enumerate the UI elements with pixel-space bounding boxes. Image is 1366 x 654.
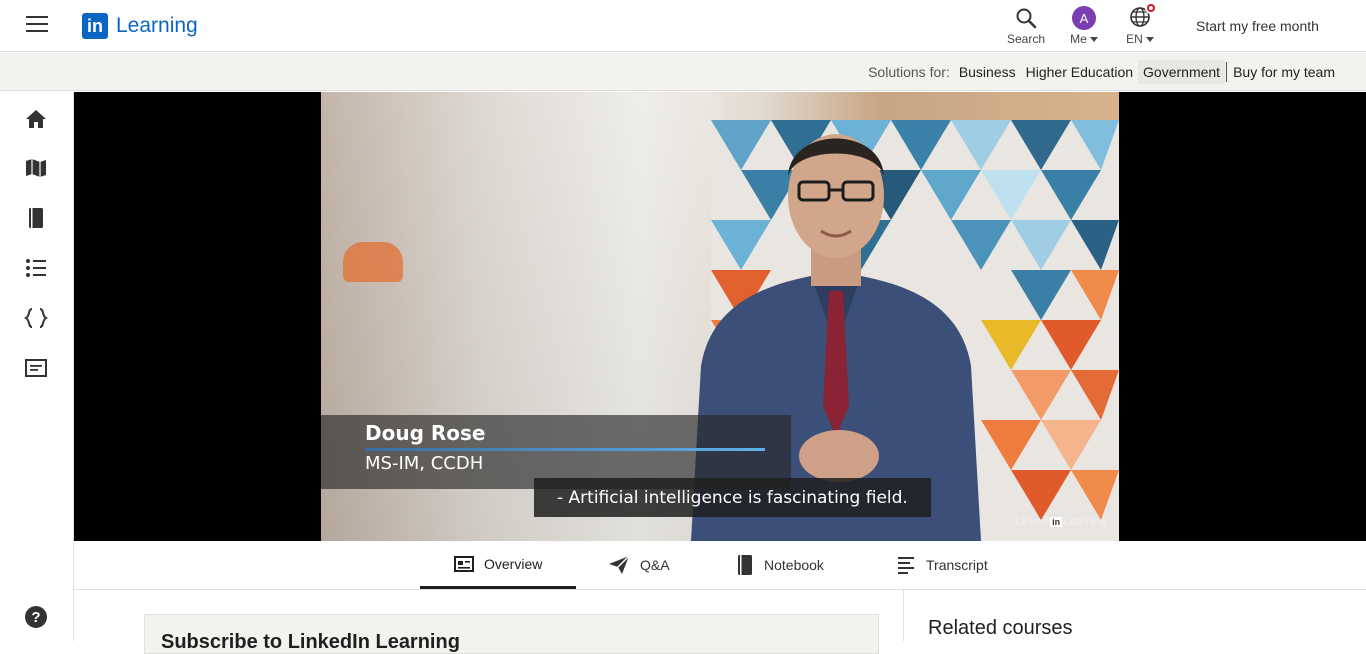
tab-notebook-label: Notebook (764, 557, 824, 573)
related-courses-heading: Related courses (928, 617, 1073, 639)
tab-transcript[interactable]: Transcript (896, 541, 988, 589)
caret-down-icon (1089, 37, 1098, 43)
tab-notebook[interactable]: Notebook (736, 541, 824, 589)
search-icon (1016, 8, 1037, 29)
me-menu-button[interactable]: A Me (1066, 4, 1102, 46)
search-label: Search (1006, 32, 1046, 46)
left-sidebar (0, 92, 74, 641)
lang-label: EN (1126, 32, 1143, 46)
sidebar-library-button[interactable] (23, 205, 49, 231)
map-icon (26, 159, 46, 177)
presenter-name: Doug Rose (365, 421, 486, 445)
divider (903, 590, 904, 641)
solutions-link-government[interactable]: Government (1138, 60, 1226, 84)
solutions-link-higher-education[interactable]: Higher Education (1021, 60, 1138, 84)
linkedin-logo-mark: in (82, 13, 108, 39)
lower-third-line (365, 448, 765, 451)
sidebar-browse-button[interactable] (23, 155, 49, 181)
tab-qa-label: Q&A (640, 557, 670, 573)
sidebar-code-button[interactable] (23, 305, 49, 331)
watermark-mark: in (1050, 517, 1063, 527)
watermark-right: Learning (1064, 516, 1107, 528)
help-button[interactable]: ? (25, 606, 47, 628)
overview-icon (454, 555, 474, 572)
caret-down-icon (1145, 37, 1154, 43)
solutions-nav: Solutions for: Business Higher Education… (868, 53, 1340, 91)
search-button[interactable]: Search (1006, 4, 1046, 46)
transcript-icon (898, 557, 914, 574)
top-header: in Learning Search A Me EN Start my free… (0, 0, 1366, 52)
sidebar-home-button[interactable] (23, 106, 49, 132)
certificate-icon (25, 359, 47, 377)
video-player[interactable]: Doug Rose MS-IM, CCDH - Artificial intel… (74, 92, 1366, 541)
solutions-link-buy-for-my-team[interactable]: Buy for my team (1228, 60, 1340, 84)
avatar: A (1072, 6, 1096, 30)
linkedin-learning-logo[interactable]: in Learning (82, 13, 198, 39)
notebook-icon (738, 555, 752, 575)
solutions-bar: Solutions for: Business Higher Education… (0, 53, 1366, 91)
subscribe-heading: Subscribe to LinkedIn Learning (161, 631, 460, 653)
tab-qa[interactable]: Q&A (608, 541, 670, 589)
me-label: Me (1070, 32, 1087, 46)
video-caption: - Artificial intelligence is fascinating… (534, 478, 931, 517)
solutions-link-business[interactable]: Business (954, 60, 1021, 84)
tab-transcript-label: Transcript (926, 557, 988, 573)
watermark-left: Linked (1015, 516, 1049, 528)
divider (1226, 62, 1228, 82)
home-icon (26, 110, 46, 128)
presenter-title: MS-IM, CCDH (365, 453, 484, 474)
linkedin-learning-watermark: Linked in Learning (1016, 516, 1107, 528)
sidebar-list-button[interactable] (23, 255, 49, 281)
code-braces-icon (24, 308, 48, 328)
hamburger-menu-icon[interactable] (26, 16, 50, 34)
book-icon (29, 208, 43, 228)
start-free-month-button[interactable]: Start my free month (1196, 18, 1319, 34)
video-frame[interactable]: Doug Rose MS-IM, CCDH - Artificial intel… (321, 92, 1119, 541)
subscribe-card: Subscribe to LinkedIn Learning (144, 614, 879, 654)
tab-overview[interactable]: Overview (420, 541, 576, 589)
list-icon (26, 259, 46, 277)
notification-dot-icon (1145, 1, 1157, 14)
solutions-label: Solutions for: (868, 64, 950, 80)
language-menu-button[interactable]: EN (1122, 1, 1158, 46)
logo-text: Learning (116, 14, 198, 37)
background-chair (343, 242, 403, 282)
send-icon (609, 555, 630, 574)
sidebar-certificates-button[interactable] (23, 355, 49, 381)
tab-overview-label: Overview (484, 555, 543, 572)
content-tabs: Overview Q&A Notebook Transcript (74, 541, 1366, 590)
